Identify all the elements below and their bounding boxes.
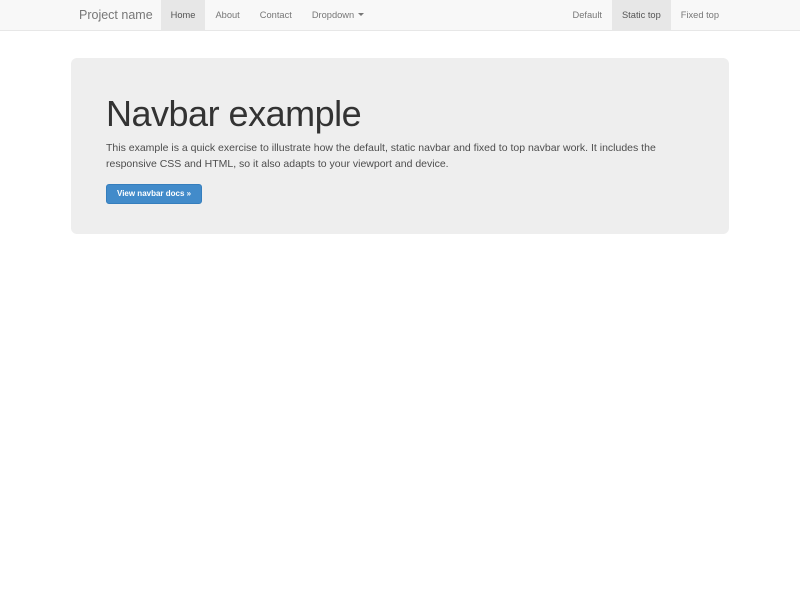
nav-link-about[interactable]: About (205, 0, 249, 30)
nav-item-contact: Contact (250, 0, 302, 30)
nav-item-default: Default (563, 0, 612, 30)
nav-item-home: Home (161, 0, 206, 30)
nav-item-about: About (205, 0, 249, 30)
nav-link-home[interactable]: Home (161, 0, 206, 30)
jumbotron-description: This example is a quick exercise to illu… (106, 141, 666, 172)
navbar: Project name Home About Contact Dropdown… (0, 0, 800, 31)
nav-link-static-top[interactable]: Static top (612, 0, 671, 30)
main-container: Navbar example This example is a quick e… (71, 58, 729, 234)
nav-item-dropdown: Dropdown (302, 0, 374, 30)
nav-item-static-top: Static top (612, 0, 671, 30)
caret-down-icon (358, 13, 364, 16)
dropdown-label: Dropdown (312, 10, 354, 20)
brand-link[interactable]: Project name (71, 0, 161, 30)
nav-item-fixed-top: Fixed top (671, 0, 729, 30)
nav-link-dropdown[interactable]: Dropdown (302, 0, 374, 30)
jumbotron: Navbar example This example is a quick e… (71, 58, 729, 234)
page-title: Navbar example (106, 94, 694, 134)
navbar-left-nav: Home About Contact Dropdown (161, 0, 375, 30)
view-navbar-docs-button[interactable]: View navbar docs » (106, 184, 202, 204)
navbar-container: Project name Home About Contact Dropdown… (71, 0, 729, 30)
nav-link-contact[interactable]: Contact (250, 0, 302, 30)
nav-link-fixed-top[interactable]: Fixed top (671, 0, 729, 30)
navbar-right-nav: Default Static top Fixed top (563, 0, 729, 30)
nav-link-default[interactable]: Default (563, 0, 612, 30)
